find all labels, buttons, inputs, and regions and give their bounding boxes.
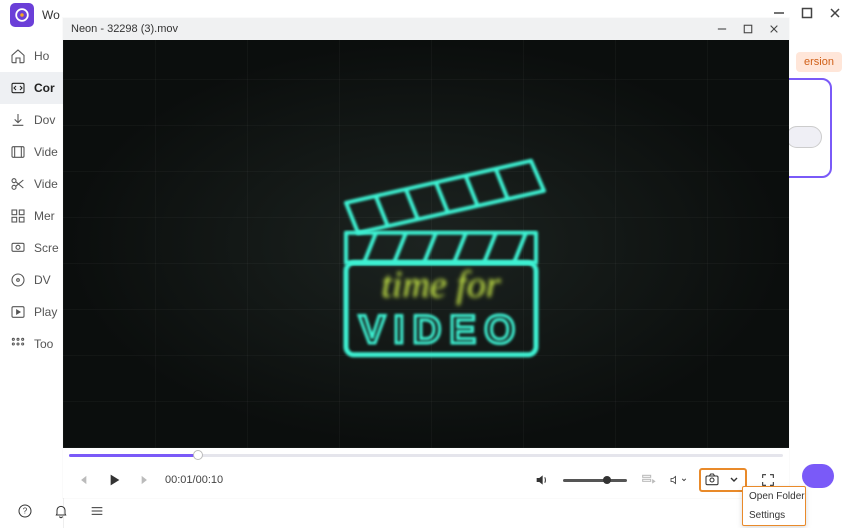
app-logo	[10, 3, 34, 27]
audio-track-icon[interactable]	[669, 471, 687, 489]
sidebar-item-convert[interactable]: Cor	[0, 72, 63, 104]
sidebar-item-label: Mer	[34, 209, 55, 223]
sidebar-item-home[interactable]: Ho	[0, 40, 63, 72]
app-maximize-button[interactable]	[800, 6, 814, 20]
tools-icon	[10, 336, 26, 352]
player-close-button[interactable]	[767, 22, 781, 36]
playlist-icon[interactable]	[639, 471, 657, 489]
sidebar-item-label: Dov	[34, 113, 55, 127]
sidebar-item-label: Too	[34, 337, 53, 351]
disc-icon	[10, 272, 26, 288]
sidebar-item-film[interactable]: Vide	[0, 136, 63, 168]
convert-icon	[10, 80, 26, 96]
snapshot-dropdown-button[interactable]	[725, 471, 743, 489]
player-window: Neon - 32298 (3).mov	[63, 18, 789, 498]
sidebar-item-label: Vide	[34, 145, 58, 159]
scissors-icon	[10, 176, 26, 192]
format-card-toggle[interactable]	[786, 126, 822, 148]
player-minimize-button[interactable]	[715, 22, 729, 36]
sidebar-item-label: Play	[34, 305, 57, 319]
play-button[interactable]	[105, 471, 123, 489]
sidebar-item-download[interactable]: Dov	[0, 104, 63, 136]
play-icon	[10, 304, 26, 320]
snapshot-button[interactable]	[703, 471, 721, 489]
app-bottom-bar: ?	[0, 494, 850, 528]
player-title: Neon - 32298 (3).mov	[71, 23, 715, 35]
sidebar-item-label: Scre	[34, 241, 59, 255]
download-icon	[10, 112, 26, 128]
prev-frame-button[interactable]	[75, 471, 93, 489]
home-icon	[10, 48, 26, 64]
sidebar-item-play[interactable]: Play	[0, 296, 63, 328]
volume-icon[interactable]	[533, 471, 551, 489]
snapshot-group	[699, 468, 747, 492]
sidebar-item-label: Ho	[34, 49, 49, 63]
help-icon[interactable]: ?	[16, 502, 34, 520]
sidebar-item-label: Cor	[34, 81, 55, 95]
progress-bar[interactable]	[63, 448, 789, 462]
sidebar: Ho Cor Dov Vide Vide Mer Scre DV Play Too	[0, 40, 64, 528]
next-frame-button[interactable]	[135, 471, 153, 489]
video-canvas[interactable]: time for VIDEO	[63, 40, 789, 448]
convert-all-button[interactable]	[802, 464, 834, 488]
app-close-button[interactable]	[828, 6, 842, 20]
volume-slider[interactable]	[563, 479, 627, 482]
sidebar-item-label: Vide	[34, 177, 58, 191]
sidebar-item-record[interactable]: Scre	[0, 232, 63, 264]
player-controls: 00:01/00:10	[63, 462, 789, 498]
app-title: Wo	[42, 8, 60, 22]
film-icon	[10, 144, 26, 160]
menu-icon[interactable]	[88, 502, 106, 520]
version-badge[interactable]: ersion	[796, 52, 842, 72]
player-titlebar[interactable]: Neon - 32298 (3).mov	[63, 18, 789, 40]
player-maximize-button[interactable]	[741, 22, 755, 36]
video-text-line2: VIDEO	[359, 308, 523, 352]
sidebar-item-disc[interactable]: DV	[0, 264, 63, 296]
sidebar-item-scissors[interactable]: Vide	[0, 168, 63, 200]
dropdown-item[interactable]: Open Folder	[743, 487, 805, 506]
video-text-line1: time for	[381, 264, 500, 306]
sidebar-item-label: DV	[34, 273, 51, 287]
record-icon	[10, 240, 26, 256]
timecode: 00:01/00:10	[165, 474, 223, 486]
snapshot-dropdown-menu: Open FolderSettings	[742, 486, 806, 526]
dropdown-item[interactable]: Settings	[743, 506, 805, 525]
video-content: time for VIDEO	[286, 93, 566, 373]
svg-text:?: ?	[23, 507, 28, 516]
bell-icon[interactable]	[52, 502, 70, 520]
grid-icon	[10, 208, 26, 224]
sidebar-item-grid[interactable]: Mer	[0, 200, 63, 232]
sidebar-item-tools[interactable]: Too	[0, 328, 63, 360]
